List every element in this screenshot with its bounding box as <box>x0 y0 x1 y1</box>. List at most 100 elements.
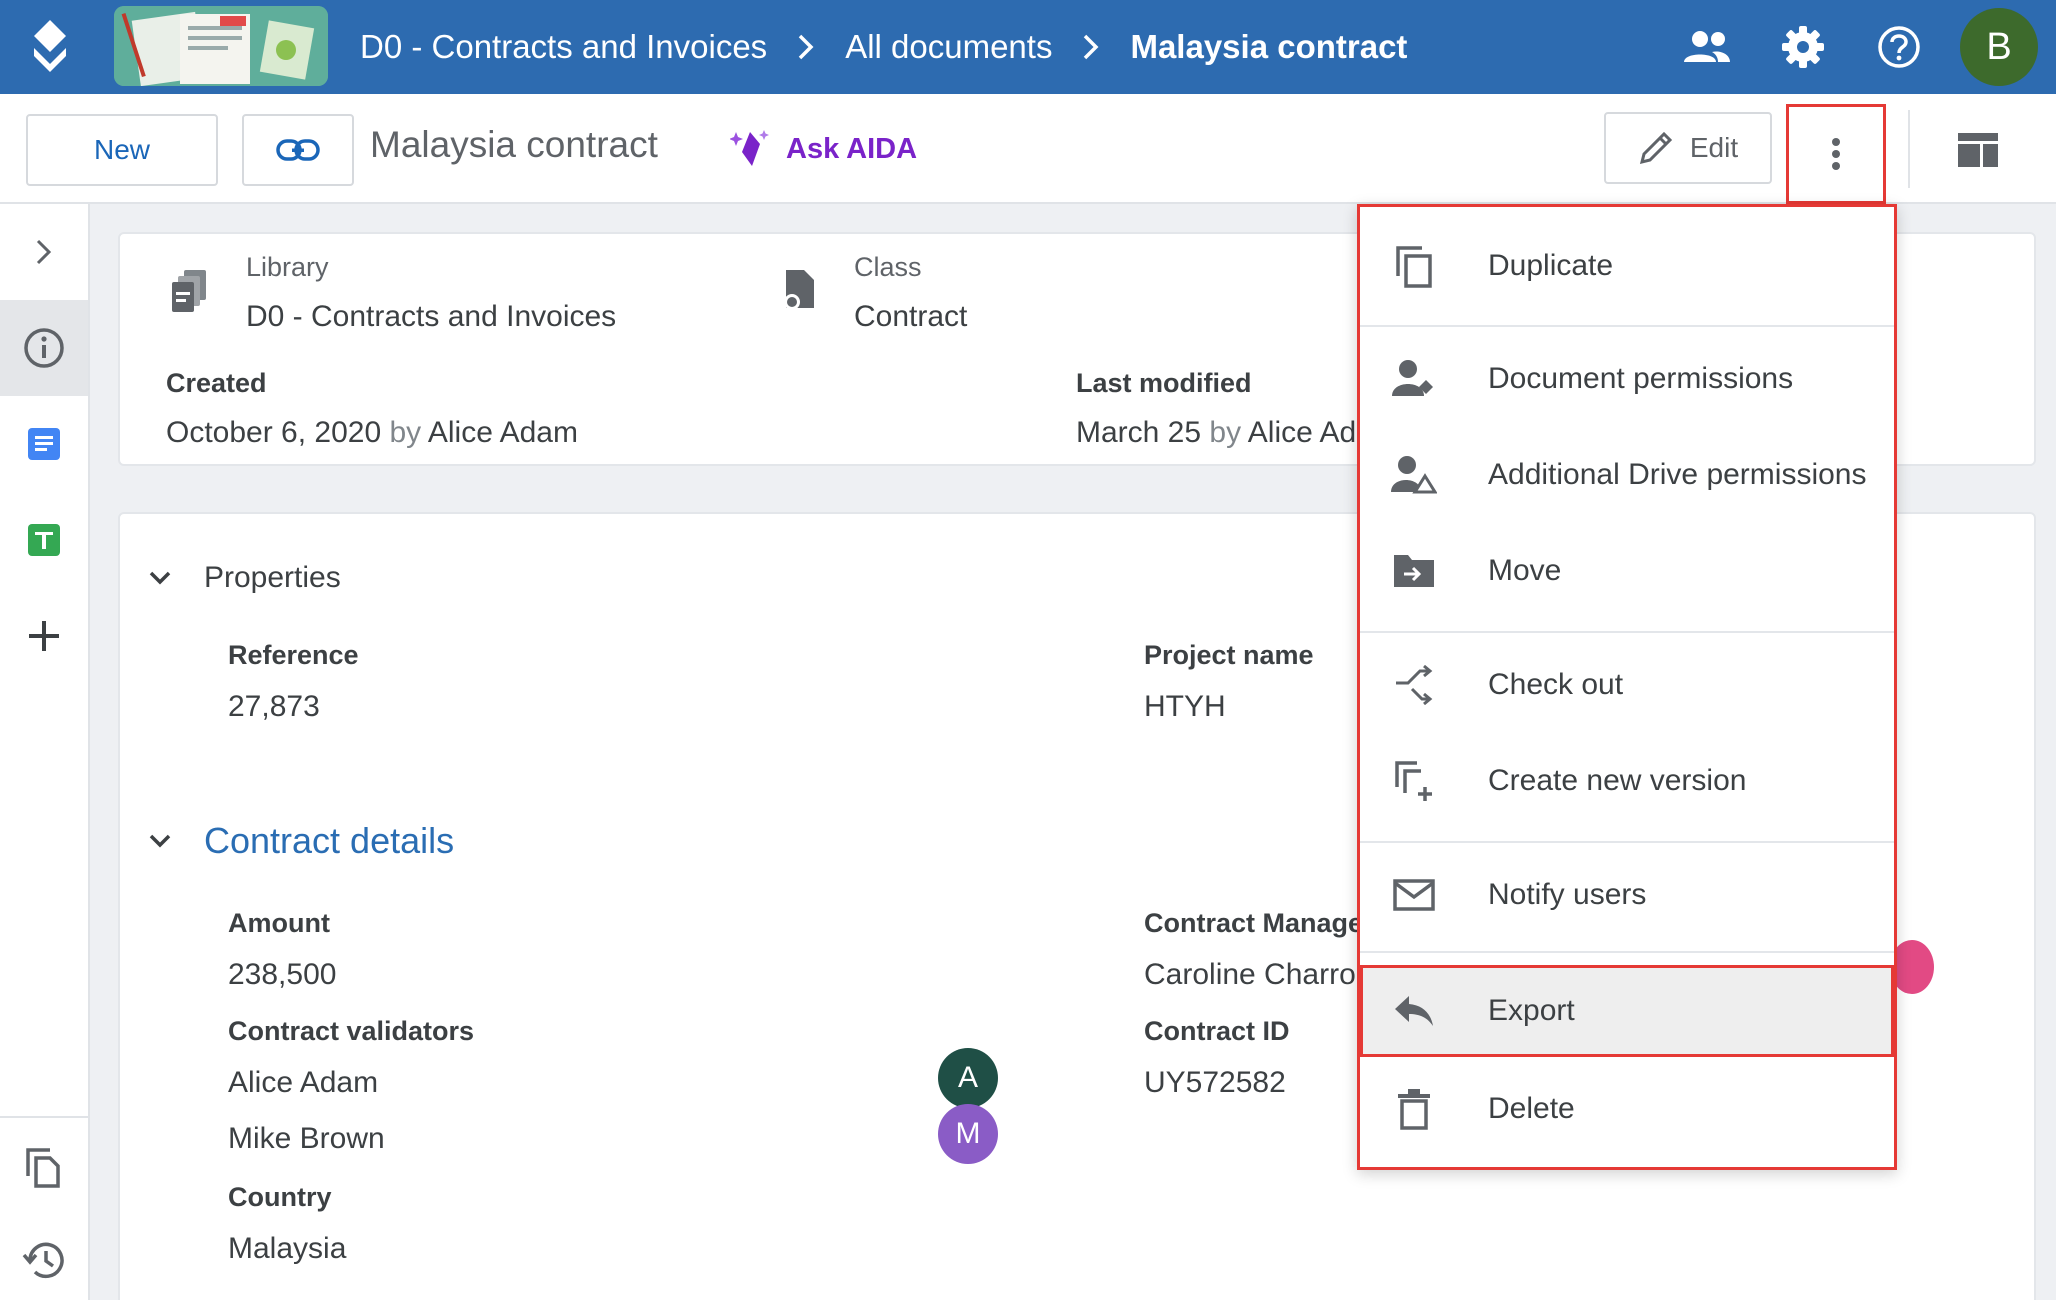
breadcrumb: D0 - Contracts and Invoices All document… <box>360 0 1407 94</box>
amount-label: Amount <box>228 908 330 938</box>
validator-name: Alice Adam <box>228 1066 379 1099</box>
library-icon <box>172 270 206 312</box>
breadcrumb-library[interactable]: D0 - Contracts and Invoices <box>360 28 767 66</box>
more-vertical-icon <box>1832 138 1840 170</box>
rail-add-button[interactable] <box>0 588 88 684</box>
layout-panel-icon <box>1958 133 1998 167</box>
menu-item-label: Export <box>1488 994 1575 1027</box>
menu-item-notify-users[interactable]: Notify users <box>1360 847 1894 943</box>
menu-divider <box>1360 951 1894 953</box>
menu-item-check-out[interactable]: Check out <box>1360 637 1894 733</box>
rail-divider <box>0 1116 88 1118</box>
users-icon[interactable] <box>1680 20 1734 74</box>
menu-item-move[interactable]: Move <box>1360 523 1894 619</box>
mail-icon <box>1388 869 1440 921</box>
copies-icon <box>26 1148 60 1188</box>
link-icon <box>276 139 320 161</box>
document-toolbar: New Malaysia contract Ask AIDA Edit <box>0 94 2056 204</box>
document-title: Malaysia contract <box>370 124 658 165</box>
google-sheets-icon <box>28 524 60 556</box>
menu-item-document-permissions[interactable]: Document permissions <box>1360 331 1894 427</box>
contract-manager-label: Contract Manage <box>1144 908 1364 938</box>
rail-versions-button[interactable] <box>0 1120 88 1216</box>
left-rail <box>0 204 90 1300</box>
breadcrumb-all-documents[interactable]: All documents <box>845 28 1052 66</box>
validator-avatar[interactable]: A <box>938 1048 998 1108</box>
library-thumbnail[interactable] <box>114 6 328 86</box>
trash-icon <box>1388 1083 1440 1135</box>
person-drive-icon <box>1388 449 1440 501</box>
rail-google-sheets-button[interactable] <box>0 492 88 588</box>
contract-details-title: Contract details <box>204 820 455 861</box>
menu-item-duplicate[interactable]: Duplicate <box>1360 217 1894 315</box>
library-label: Library <box>246 252 329 282</box>
new-button[interactable]: New <box>26 114 218 186</box>
ask-aida-label: Ask AIDA <box>786 132 918 165</box>
move-folder-icon <box>1388 545 1440 597</box>
library-value[interactable]: D0 - Contracts and Invoices <box>246 300 616 334</box>
menu-item-label: Document permissions <box>1488 362 1794 395</box>
rail-info-button[interactable] <box>0 300 88 396</box>
class-icon <box>784 270 814 310</box>
check-out-icon <box>1388 659 1440 711</box>
contract-validators-label: Contract validators <box>228 1016 475 1046</box>
rail-history-button[interactable] <box>0 1212 88 1300</box>
menu-item-create-new-version[interactable]: Create new version <box>1360 733 1894 829</box>
expand-rail-button[interactable] <box>0 204 88 300</box>
properties-title: Properties <box>204 561 341 594</box>
chevron-down-icon <box>140 558 180 598</box>
sparkle-icon <box>730 130 769 166</box>
google-docs-icon <box>28 428 60 460</box>
reference-label: Reference <box>228 640 359 670</box>
person-permission-icon <box>1388 353 1440 405</box>
menu-divider <box>1360 631 1894 633</box>
chevron-down-icon <box>140 821 180 861</box>
menu-item-label: Create new version <box>1488 764 1747 797</box>
validator-name: Mike Brown <box>228 1122 385 1155</box>
project-name-label: Project name <box>1144 640 1314 670</box>
toolbar-divider <box>1908 110 1910 188</box>
created-date: October 6, 2020 <box>166 416 382 449</box>
menu-item-label: Notify users <box>1488 878 1647 911</box>
menu-divider <box>1360 841 1894 843</box>
app-logo-icon[interactable] <box>30 18 70 74</box>
class-value: Contract <box>854 300 968 333</box>
menu-item-label: Check out <box>1488 668 1624 701</box>
menu-item-label: Additional Drive permissions <box>1488 458 1867 491</box>
duplicate-icon <box>1388 240 1440 292</box>
contract-id-label: Contract ID <box>1144 1016 1290 1046</box>
created-by-word: by <box>389 416 422 449</box>
user-avatar[interactable]: B <box>1960 8 2038 86</box>
settings-gear-icon[interactable] <box>1776 20 1830 74</box>
menu-item-export[interactable]: Export <box>1360 965 1894 1057</box>
edit-button[interactable]: Edit <box>1604 112 1772 184</box>
menu-divider <box>1360 325 1894 327</box>
more-actions-button[interactable] <box>1786 104 1886 204</box>
history-icon <box>22 1242 64 1279</box>
rail-google-docs-button[interactable] <box>0 396 88 492</box>
export-icon <box>1388 985 1440 1037</box>
top-bar: D0 - Contracts and Invoices All document… <box>0 0 2056 94</box>
last-modified-info: March 25 by Alice Ad <box>1076 416 1356 450</box>
contract-id-value: UY572582 <box>1144 1066 1286 1099</box>
properties-section-toggle[interactable]: Properties <box>140 558 341 598</box>
project-name-value: HTYH <box>1144 690 1226 723</box>
chevron-right-icon <box>797 33 815 61</box>
menu-item-label: Delete <box>1488 1092 1575 1125</box>
contract-details-section-toggle[interactable]: Contract details <box>140 820 454 862</box>
validator-avatar[interactable]: M <box>938 1104 998 1164</box>
chevron-right-icon <box>36 239 52 265</box>
layout-toggle-button[interactable] <box>1950 122 2006 178</box>
contract-manager-value: Caroline Charro <box>1144 958 1356 991</box>
ask-aida-button[interactable]: Ask AIDA <box>730 128 917 170</box>
copy-link-button[interactable] <box>242 114 354 186</box>
created-info: October 6, 2020 by Alice Adam <box>166 416 578 450</box>
info-icon <box>24 328 64 368</box>
country-value: Malaysia <box>228 1232 347 1265</box>
menu-item-additional-drive-permissions[interactable]: Additional Drive permissions <box>1360 427 1894 523</box>
help-icon[interactable] <box>1872 20 1926 74</box>
menu-item-delete[interactable]: Delete <box>1360 1059 1894 1159</box>
modified-date: March 25 <box>1076 416 1202 449</box>
chevron-right-icon <box>1082 33 1100 61</box>
last-modified-label: Last modified <box>1076 368 1252 398</box>
